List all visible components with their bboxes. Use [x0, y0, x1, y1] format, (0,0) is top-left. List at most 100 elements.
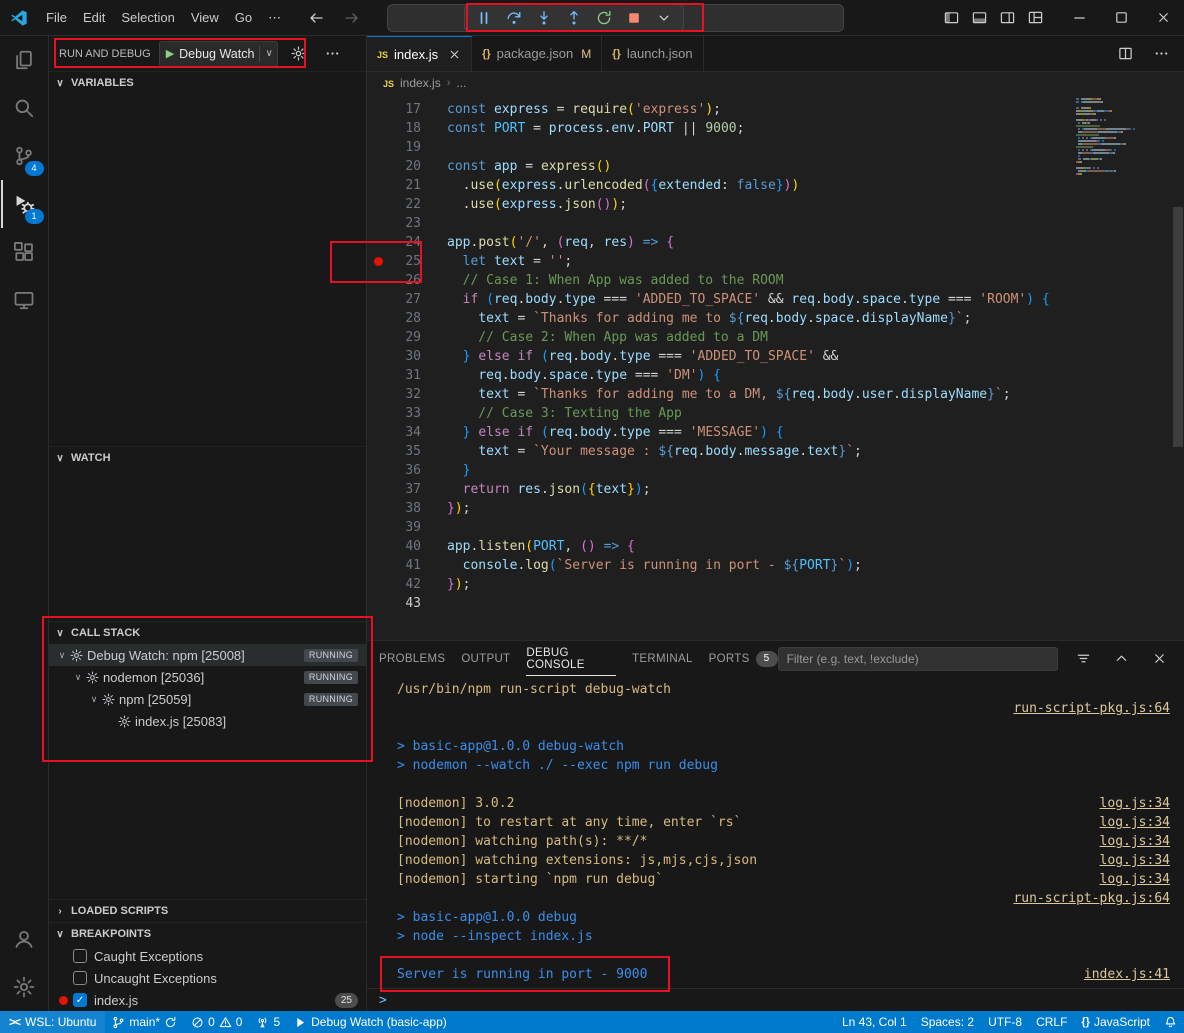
gutter-glyph[interactable] — [367, 518, 389, 537]
pause-button[interactable] — [470, 7, 498, 29]
panel-tab-problems[interactable]: PROBLEMS — [379, 641, 445, 676]
breakpoint-row[interactable]: Caught Exceptions — [49, 945, 366, 967]
gutter-glyph[interactable] — [367, 271, 389, 290]
account-icon[interactable] — [1, 915, 48, 963]
toggle-panel-button[interactable] — [966, 5, 992, 31]
gutter-glyph[interactable] — [367, 328, 389, 347]
minimize-button[interactable] — [1058, 0, 1100, 35]
close-window-button[interactable] — [1142, 0, 1184, 35]
launch-config-dropdown[interactable]: ▶ Debug Watch ∨ — [159, 41, 278, 67]
status-forwarded-ports[interactable]: 5 — [249, 1011, 287, 1033]
code-editor[interactable]: 17const express = require('express');18c… — [367, 94, 1184, 640]
status-git-branch[interactable]: main* — [105, 1011, 184, 1033]
step-over-button[interactable] — [500, 7, 528, 29]
gutter-glyph[interactable] — [367, 138, 389, 157]
section-header-loaded[interactable]: ›LOADED SCRIPTS — [49, 899, 366, 922]
callstack-row[interactable]: index.js [25083] — [49, 710, 366, 732]
maximize-button[interactable] — [1100, 0, 1142, 35]
console-filter-input[interactable] — [778, 647, 1058, 671]
gutter-glyph[interactable] — [367, 347, 389, 366]
step-into-button[interactable] — [530, 7, 558, 29]
minimap[interactable] — [1076, 98, 1168, 179]
panel-tab-terminal[interactable]: TERMINAL — [632, 641, 693, 676]
gutter-glyph[interactable] — [367, 176, 389, 195]
checkbox[interactable]: ✓ — [73, 993, 87, 1007]
extensions-icon[interactable] — [1, 228, 48, 276]
gutter-glyph[interactable] — [367, 157, 389, 176]
source-link[interactable]: run-script-pkg.js:64 — [1013, 889, 1174, 908]
breadcrumb-symbol[interactable]: ... — [456, 76, 466, 90]
gutter-glyph[interactable] — [367, 309, 389, 328]
explorer-icon[interactable] — [1, 36, 48, 84]
source-link[interactable]: log.js:34 — [1100, 813, 1174, 832]
callstack-row[interactable]: ∨nodemon [25036]RUNNING — [49, 666, 366, 688]
filter-icon[interactable] — [1070, 646, 1096, 672]
gutter-glyph[interactable] — [367, 366, 389, 385]
source-link[interactable]: index.js:41 — [1084, 965, 1174, 984]
editor-scrollbar[interactable] — [1173, 207, 1183, 447]
customize-layout-button[interactable] — [1022, 5, 1048, 31]
run-and-debug-icon[interactable]: 1 — [1, 180, 48, 228]
panel-tab-ports[interactable]: PORTS5 — [709, 641, 778, 676]
callstack-row[interactable]: ∨npm [25059]RUNNING — [49, 688, 366, 710]
menu-edit[interactable]: Edit — [75, 10, 113, 25]
status-eol[interactable]: CRLF — [1029, 1011, 1074, 1033]
gutter-glyph[interactable] — [367, 556, 389, 575]
gutter-glyph[interactable] — [367, 461, 389, 480]
close-panel-icon[interactable] — [1146, 646, 1172, 672]
gutter-glyph[interactable] — [367, 537, 389, 556]
status-encoding[interactable]: UTF-8 — [981, 1011, 1029, 1033]
breakpoint-row[interactable]: Uncaught Exceptions — [49, 967, 366, 989]
settings-gear-icon[interactable] — [1, 963, 48, 1011]
source-link[interactable]: log.js:34 — [1100, 851, 1174, 870]
breakpoint-row[interactable]: ✓index.js25 — [49, 989, 366, 1011]
source-link[interactable]: log.js:34 — [1100, 870, 1174, 889]
gutter-glyph[interactable] — [367, 480, 389, 499]
source-control-icon[interactable]: 4 — [1, 132, 48, 180]
editor-tab-index-js[interactable]: JSindex.js — [367, 36, 472, 71]
editor-more-actions-icon[interactable] — [1148, 41, 1174, 67]
breadcrumb[interactable]: JS index.js › ... — [367, 72, 1184, 94]
gutter-glyph[interactable] — [367, 385, 389, 404]
menu-go[interactable]: Go — [227, 10, 260, 25]
stop-button[interactable] — [620, 7, 648, 29]
gutter-glyph[interactable] — [367, 404, 389, 423]
debug-settings-gear-icon[interactable] — [286, 41, 312, 67]
menu-view[interactable]: View — [183, 10, 227, 25]
remote-explorer-ic[interactable] — [1, 276, 48, 324]
status-cursor-position[interactable]: Ln 43, Col 1 — [835, 1011, 914, 1033]
back-icon[interactable] — [303, 5, 329, 31]
gutter-glyph[interactable] — [367, 100, 389, 119]
section-header-variables[interactable]: ∨VARIABLES — [49, 71, 366, 94]
checkbox[interactable] — [73, 949, 87, 963]
gutter-glyph[interactable] — [367, 233, 389, 252]
panel-tab-output[interactable]: OUTPUT — [461, 641, 510, 676]
gutter-glyph[interactable] — [367, 195, 389, 214]
debug-console-input[interactable]: > — [367, 988, 1184, 1011]
section-header-breakpoints[interactable]: ∨BREAKPOINTS — [49, 922, 366, 945]
status-problems[interactable]: 00 — [184, 1011, 249, 1033]
status-indentation[interactable]: Spaces: 2 — [914, 1011, 981, 1033]
forward-icon[interactable] — [339, 5, 365, 31]
chevron-down-icon[interactable]: ∨ — [265, 48, 272, 59]
source-link[interactable]: run-script-pkg.js:64 — [1013, 699, 1174, 718]
gutter-glyph[interactable] — [367, 594, 389, 613]
gutter-glyph[interactable] — [367, 119, 389, 138]
toggle-secondary-sidebar-button[interactable] — [994, 5, 1020, 31]
gutter-glyph[interactable] — [367, 290, 389, 309]
status-language-mode[interactable]: {}JavaScript — [1074, 1011, 1157, 1033]
menu-file[interactable]: File — [38, 10, 75, 25]
maximize-panel-icon[interactable] — [1108, 646, 1134, 672]
split-editor-icon[interactable] — [1112, 41, 1138, 67]
editor-tab-package-json[interactable]: {}package.jsonM — [472, 36, 602, 71]
toggle-primary-sidebar-button[interactable] — [938, 5, 964, 31]
status-notifications[interactable] — [1157, 1011, 1184, 1033]
command-center[interactable] — [387, 4, 844, 32]
close-tab-icon[interactable] — [448, 48, 461, 61]
section-header-watch[interactable]: ∨WATCH — [49, 446, 366, 469]
source-link[interactable]: log.js:34 — [1100, 832, 1174, 851]
menu-more-button[interactable]: ⋯ — [260, 10, 289, 26]
step-out-button[interactable] — [560, 7, 588, 29]
gutter-glyph[interactable] — [367, 442, 389, 461]
section-header-callstack[interactable]: ∨CALL STACK — [49, 621, 366, 644]
